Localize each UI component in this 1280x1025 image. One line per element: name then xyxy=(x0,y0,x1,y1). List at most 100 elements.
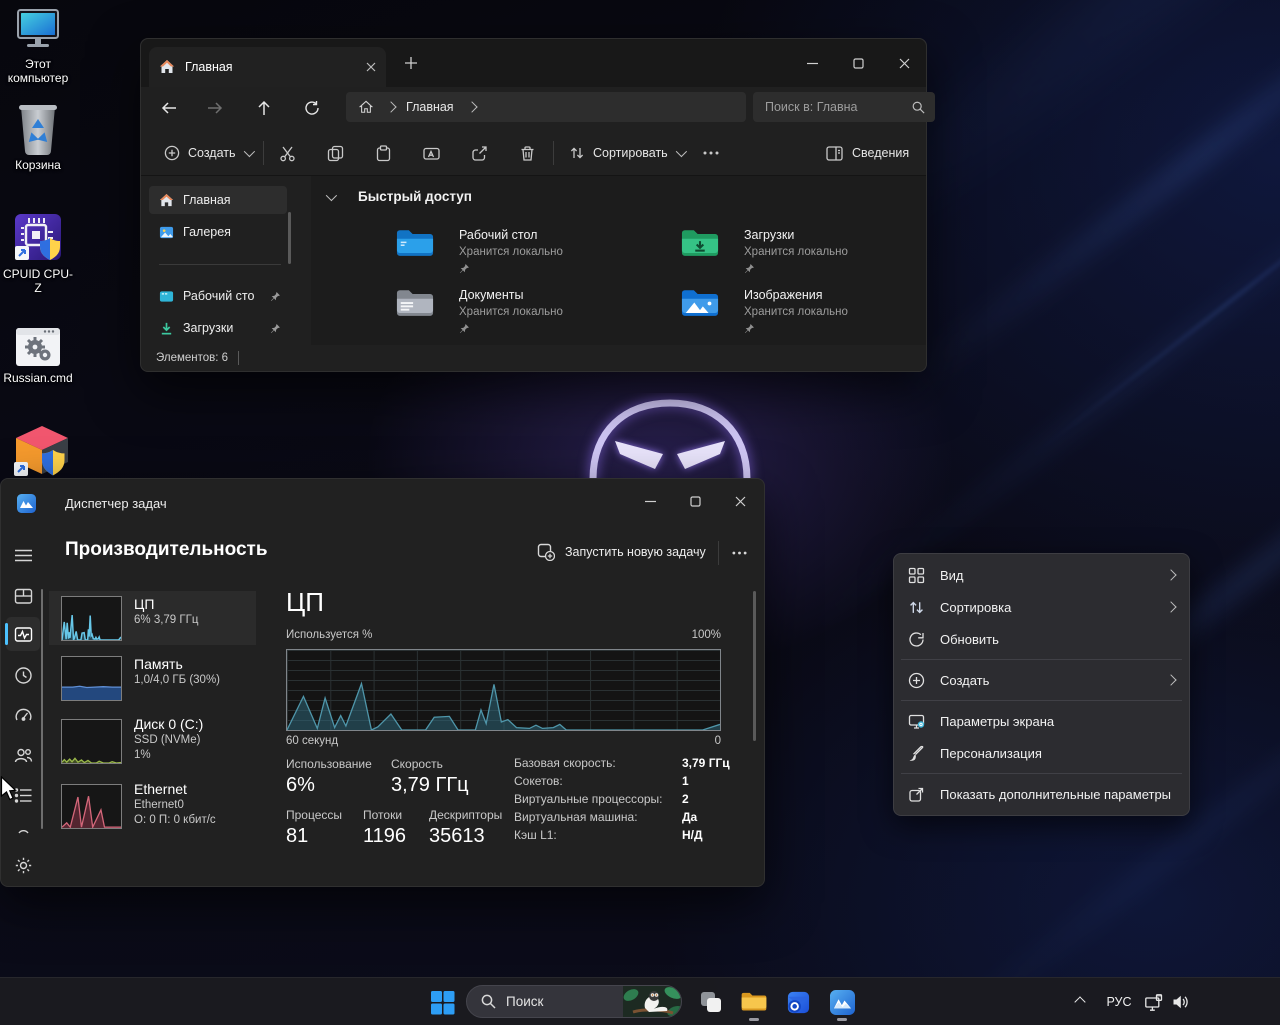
task-manager-taskbar-button[interactable] xyxy=(822,982,862,1022)
wallpaper-hacker-figure xyxy=(575,393,765,479)
desktop-icon-cpuz[interactable]: CPUID CPU-Z xyxy=(0,212,76,295)
start-button[interactable] xyxy=(422,982,462,1022)
close-button[interactable] xyxy=(888,49,920,77)
personalize-brush-icon xyxy=(908,745,925,762)
perf-subtitle: SSD (NVMe) xyxy=(134,733,203,748)
delete-button[interactable] xyxy=(509,137,545,169)
cut-button[interactable] xyxy=(269,137,305,169)
new-tab-icon[interactable] xyxy=(405,57,417,69)
more-button[interactable] xyxy=(693,137,729,169)
outlook-icon xyxy=(786,990,811,1015)
perf-item-cpu[interactable]: ЦП6% 3,79 ГГц xyxy=(49,591,256,645)
sidebar-label: Загрузки xyxy=(183,321,261,335)
menu-item-view[interactable]: Вид xyxy=(899,559,1184,591)
cpu-stat-speed: Скорость3,79 ГГц xyxy=(391,757,469,797)
desktop-icon-setup-cube[interactable] xyxy=(4,424,80,478)
nav-startup-apps-icon[interactable] xyxy=(12,704,34,726)
sidebar-item-gallery[interactable]: Галерея xyxy=(149,218,287,246)
quick-access-item-downloads[interactable]: ЗагрузкиХранится локально xyxy=(681,228,848,274)
more-button[interactable] xyxy=(727,543,751,563)
menu-item-sort[interactable]: Сортировка xyxy=(899,591,1184,623)
nav-performance-icon[interactable] xyxy=(12,623,34,645)
breadcrumb[interactable]: Главная xyxy=(346,92,746,122)
menu-item-new[interactable]: Создать xyxy=(899,664,1184,696)
item-subtitle: Хранится локально xyxy=(459,305,563,319)
perf-subtitle2: 1% xyxy=(134,748,203,763)
create-button[interactable]: Создать xyxy=(155,137,261,169)
search-highlight-image[interactable] xyxy=(623,985,681,1018)
tray-language-indicator[interactable]: РУС xyxy=(1100,990,1138,1014)
nav-selection-accent xyxy=(5,623,8,645)
taskbar-search[interactable]: Поиск xyxy=(466,985,682,1018)
explorer-tab[interactable]: Главная xyxy=(149,47,386,87)
menu-divider xyxy=(901,659,1182,660)
up-button[interactable] xyxy=(248,93,280,123)
nav-app-history-icon[interactable] xyxy=(12,664,34,686)
rail-scrollbar[interactable] xyxy=(41,589,43,829)
this-pc-icon xyxy=(12,8,64,54)
sidebar-item-home[interactable]: Главная xyxy=(149,186,287,214)
outlook-taskbar-button[interactable] xyxy=(778,982,818,1022)
nav-processes-icon[interactable] xyxy=(12,585,34,607)
minimize-button[interactable] xyxy=(634,487,666,515)
download-icon xyxy=(159,321,174,336)
perf-subtitle: 6% 3,79 ГГц xyxy=(134,613,198,628)
close-button[interactable] xyxy=(724,487,756,515)
forward-button[interactable] xyxy=(199,93,231,123)
sidebar-item-downloads[interactable]: Загрузки xyxy=(149,314,287,342)
tray-volume-icon[interactable] xyxy=(1168,990,1192,1014)
file-explorer-taskbar-button[interactable] xyxy=(734,982,774,1022)
plus-circle-icon xyxy=(164,145,180,161)
quick-access-item-pictures[interactable]: ИзображенияХранится локально xyxy=(681,288,848,334)
run-new-task-button[interactable]: Запустить новую задачу xyxy=(537,543,706,561)
sidebar-scrollbar[interactable] xyxy=(288,212,291,264)
panel-scrollbar[interactable] xyxy=(753,591,756,741)
disk-thumbnail xyxy=(61,719,122,764)
task-view-button[interactable] xyxy=(691,982,731,1022)
perf-item-ethernet[interactable]: EthernetEthernet0О: 0 П: 0 кбит/с xyxy=(49,779,256,839)
tab-close-icon[interactable] xyxy=(366,62,376,72)
nav-services-icon[interactable] xyxy=(12,821,34,835)
paste-button[interactable] xyxy=(365,137,401,169)
menu-item-refresh[interactable]: Обновить xyxy=(899,623,1184,655)
menu-item-personalize[interactable]: Персонализация xyxy=(899,737,1184,769)
maximize-button[interactable] xyxy=(842,49,874,77)
refresh-button[interactable] xyxy=(296,93,328,123)
menu-hamburger-icon[interactable] xyxy=(12,544,34,566)
share-button[interactable] xyxy=(461,137,497,169)
cpu-thumbnail xyxy=(61,596,122,641)
rename-button[interactable] xyxy=(413,137,449,169)
menu-label: Персонализация xyxy=(940,746,1175,761)
settings-gear-icon[interactable] xyxy=(12,854,34,876)
window-title: Диспетчер задач xyxy=(65,496,167,511)
tray-network-icon[interactable] xyxy=(1142,990,1166,1014)
copy-button[interactable] xyxy=(317,137,353,169)
nav-users-icon[interactable] xyxy=(12,744,34,766)
perf-item-memory[interactable]: Память1,0/4,0 ГБ (30%) xyxy=(49,651,256,705)
maximize-button[interactable] xyxy=(679,487,711,515)
quick-access-item-documents[interactable]: ДокументыХранится локально xyxy=(396,288,563,334)
search-input[interactable]: Поиск в: Главна xyxy=(753,92,935,122)
minimize-button[interactable] xyxy=(796,49,828,77)
tray-show-hidden-icons[interactable] xyxy=(1068,990,1092,1014)
plus-circle-icon xyxy=(908,672,925,689)
desktop-icon-this-pc[interactable]: Этот компьютер xyxy=(0,8,76,85)
menu-item-show-more-options[interactable]: Показать дополнительные параметры xyxy=(899,778,1184,810)
back-button[interactable] xyxy=(153,93,185,123)
sort-button[interactable]: Сортировать xyxy=(561,137,692,169)
details-pane-button[interactable]: Сведения xyxy=(817,137,918,169)
menu-item-display-settings[interactable]: Параметры экрана xyxy=(899,705,1184,737)
sidebar-item-desktop[interactable]: Рабочий сто xyxy=(149,282,287,310)
desktop-icon-russian-cmd[interactable]: Russian.cmd xyxy=(0,326,76,385)
submenu-chevron-icon xyxy=(1165,569,1176,580)
desktop-icon-recycle-bin[interactable]: Корзина xyxy=(0,103,76,172)
sidebar-label: Главная xyxy=(183,193,231,207)
details-pane-icon xyxy=(826,146,843,161)
quick-access-header[interactable]: Быстрый доступ xyxy=(326,189,472,204)
breadcrumb-item[interactable]: Главная xyxy=(406,100,454,114)
breadcrumb-chevron xyxy=(385,101,396,112)
perf-item-disk[interactable]: Диск 0 (C:)SSD (NVMe)1% xyxy=(49,714,256,774)
pin-icon xyxy=(459,263,470,274)
task-manager-window: Диспетчер задач Производительность Запус… xyxy=(0,478,765,887)
quick-access-item-desktop[interactable]: Рабочий столХранится локально xyxy=(396,228,563,274)
